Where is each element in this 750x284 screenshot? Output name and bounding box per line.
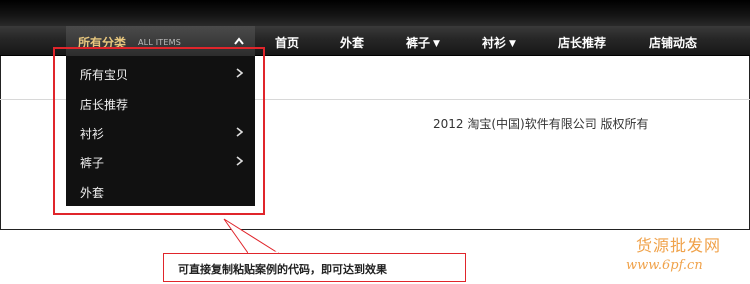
annotation-callout: 可直接复制粘贴案例的代码，即可达到效果 [163, 253, 466, 282]
all-items-sublabel: ALL ITEMS [138, 38, 182, 47]
nav-item-recommended[interactable]: 店长推荐 [558, 34, 606, 51]
nav-item-label: 衬衫 [482, 36, 507, 50]
watermark-title: 货源批发网 [636, 236, 722, 255]
nav-item-label: 店铺动态 [649, 36, 698, 50]
nav-item-label: 店长推荐 [558, 36, 607, 50]
watermark-url: www.6pf.cn [626, 258, 703, 273]
caret-down-icon: ▼ [509, 39, 516, 49]
nav-item-news[interactable]: 店铺动态 [649, 34, 697, 51]
nav-item-coats[interactable]: 外套 [340, 34, 364, 51]
callout-pointer [223, 218, 280, 255]
nav-item-pants[interactable]: 裤子 ▼ [406, 34, 440, 51]
nav-item-label: 裤子 [406, 36, 431, 50]
nav-item-home[interactable]: 首页 [275, 34, 299, 51]
nav-item-shirts[interactable]: 衬衫 ▼ [482, 34, 516, 51]
header-band [0, 0, 750, 26]
caret-down-icon: ▼ [433, 39, 440, 49]
nav-item-label: 外套 [340, 36, 365, 50]
chevron-up-icon [234, 37, 244, 45]
highlight-outline [53, 47, 265, 215]
nav-item-label: 首页 [275, 36, 300, 50]
copyright-text: 2012 淘宝(中国)软件有限公司 版权所有 [433, 117, 649, 131]
callout-text: 可直接复制粘贴案例的代码，即可达到效果 [178, 263, 387, 276]
